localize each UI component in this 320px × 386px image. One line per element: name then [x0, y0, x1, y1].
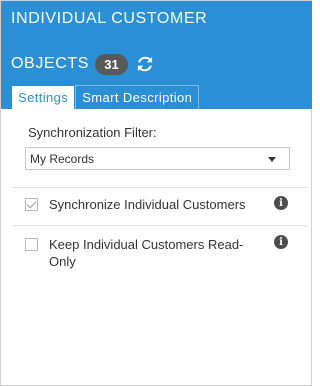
sync-filter-value: My Records: [30, 152, 95, 166]
info-icon[interactable]: i: [274, 196, 288, 210]
option-synchronize: Synchronize Individual Customers: [25, 196, 246, 213]
header-title-line2: Objects 31: [11, 53, 156, 75]
panel-header: Individual Customer Objects 31 Settings …: [1, 1, 312, 109]
info-icon[interactable]: i: [274, 235, 288, 249]
tab-settings[interactable]: Settings: [11, 85, 76, 109]
option-read-only: Keep Individual Customers Read-Only: [25, 236, 254, 270]
tab-bar: Settings Smart Description: [11, 85, 200, 109]
sync-filter-select[interactable]: My Records: [25, 147, 290, 170]
synchronize-label: Synchronize Individual Customers: [49, 197, 246, 212]
header-title-objects: Objects: [11, 55, 89, 72]
settings-panel: Individual Customer Objects 31 Settings …: [0, 0, 312, 386]
divider: [13, 225, 309, 226]
object-count-badge: 31: [95, 53, 128, 75]
refresh-icon[interactable]: [134, 53, 156, 75]
chevron-down-icon: [268, 157, 276, 162]
read-only-label: Keep Individual Customers Read-Only: [49, 237, 244, 269]
header-title-line1: Individual Customer: [11, 10, 208, 27]
tab-smart-description[interactable]: Smart Description: [75, 85, 200, 109]
sync-filter-label: Synchronization Filter:: [28, 125, 157, 140]
divider: [13, 187, 309, 188]
read-only-checkbox[interactable]: [25, 238, 38, 251]
synchronize-checkbox[interactable]: [25, 198, 38, 211]
